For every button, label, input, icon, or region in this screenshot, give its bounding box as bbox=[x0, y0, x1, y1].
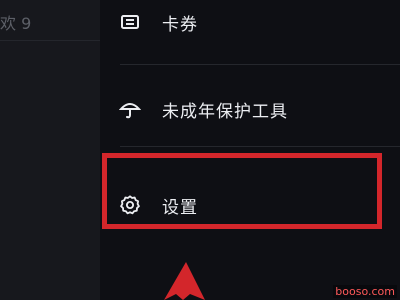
red-pointer-arrow-icon bbox=[164, 262, 205, 300]
red-highlight-box bbox=[102, 153, 382, 229]
background-divider bbox=[0, 40, 100, 41]
background-panel: 欢 9 bbox=[0, 0, 100, 300]
menu-divider bbox=[120, 146, 400, 147]
menu-item-coupons[interactable]: 卡券 bbox=[100, 0, 400, 44]
menu-item-minor-protection-label: 未成年保护工具 bbox=[162, 101, 288, 122]
background-text: 欢 9 bbox=[0, 14, 32, 33]
menu-item-minor-protection[interactable]: 未成年保护工具 bbox=[100, 87, 400, 131]
umbrella-icon bbox=[119, 98, 141, 120]
menu-item-coupons-label: 卡券 bbox=[162, 14, 198, 35]
ticket-icon bbox=[119, 11, 141, 33]
screenshot-page: 欢 9 卡券 未成年保护工具 设置 booso.com bbox=[0, 0, 400, 300]
watermark-text: booso.com bbox=[333, 285, 397, 298]
menu-divider bbox=[120, 64, 400, 65]
side-drawer-menu: 卡券 未成年保护工具 设置 bbox=[100, 0, 400, 300]
